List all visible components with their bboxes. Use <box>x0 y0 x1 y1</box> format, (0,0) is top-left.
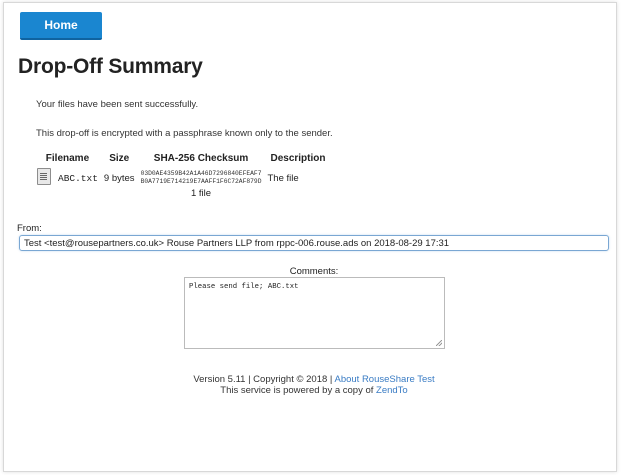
table-row: ABC.txt 9 bytes 03D0AE4359B42A1A46D72968… <box>34 168 332 188</box>
file-size: 9 bytes <box>103 172 135 184</box>
header-description: Description <box>270 153 326 164</box>
checksum-line-2: B0A7719E714219E7AAFF1F6C72AF879D <box>140 178 262 185</box>
comments-textarea[interactable]: Please send file; ABC.txt <box>184 277 445 349</box>
file-count: 1 file <box>190 188 212 199</box>
from-label: From: <box>17 223 42 234</box>
powered-text: This service is powered by a copy of <box>220 385 377 396</box>
home-button[interactable]: Home <box>20 12 102 40</box>
table-header-row: Filename Size SHA-256 Checksum Descripti… <box>34 153 332 168</box>
page-frame: Home Drop-Off Summary Your files have be… <box>3 2 617 472</box>
about-link[interactable]: About RouseShare Test <box>334 374 434 385</box>
header-filename: Filename <box>45 153 90 164</box>
page-title: Drop-Off Summary <box>18 55 203 78</box>
success-message: Your files have been sent successfully. <box>36 99 199 110</box>
version-text: Version 5.11 | Copyright © 2018 | <box>193 374 335 385</box>
zendto-link[interactable]: ZendTo <box>376 385 408 396</box>
header-checksum: SHA-256 Checksum <box>153 153 249 164</box>
file-checksum: 03D0AE4359B42A1A46D7296840EFEAF7 B0A7719… <box>138 168 265 188</box>
footer-powered: This service is powered by a copy of Zen… <box>104 385 524 396</box>
encryption-message: This drop-off is encrypted with a passph… <box>36 128 333 139</box>
comments-label: Comments: <box>289 266 339 277</box>
resize-grip-icon[interactable] <box>436 340 442 346</box>
file-name: ABC.txt <box>58 172 98 184</box>
comments-text: Please send file; ABC.txt <box>189 283 299 291</box>
from-field[interactable]: Test <test@rousepartners.co.uk> Rouse Pa… <box>19 235 609 251</box>
checksum-line-1: 03D0AE4359B42A1A46D7296840EFEAF7 <box>140 170 262 177</box>
file-icon <box>37 168 51 185</box>
file-description: The file <box>267 172 299 184</box>
header-size: Size <box>109 153 130 164</box>
files-table: Filename Size SHA-256 Checksum Descripti… <box>34 153 332 199</box>
footer-version: Version 5.11 | Copyright © 2018 | About … <box>104 374 524 385</box>
